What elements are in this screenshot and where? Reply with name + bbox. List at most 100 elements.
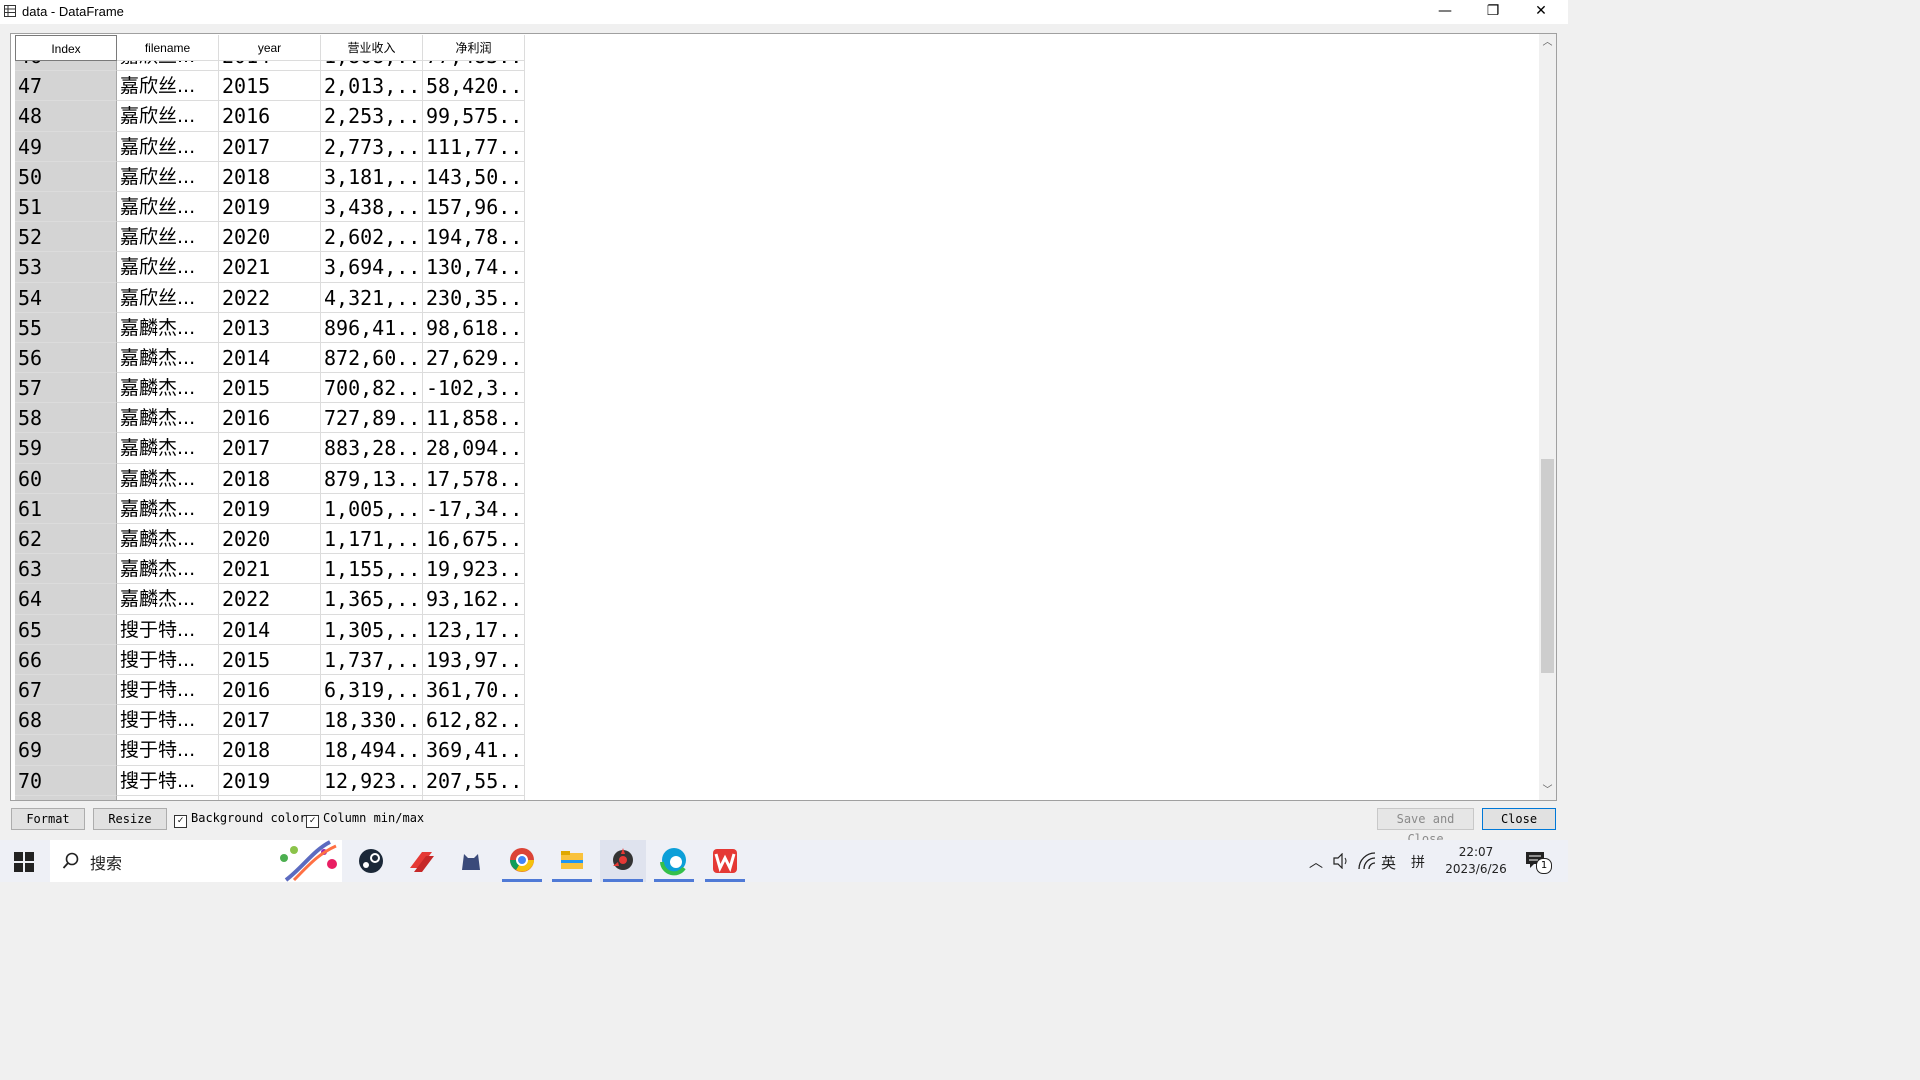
cell-year[interactable]: 2017 [219, 131, 321, 162]
cell-index[interactable]: 46 [15, 61, 117, 72]
scrollbar-thumb[interactable] [1541, 459, 1554, 673]
cell-year[interactable]: 2014 [219, 614, 321, 645]
taskbar-steam[interactable] [348, 840, 394, 882]
search-box[interactable]: 搜索 [50, 840, 342, 882]
cell-net-profit[interactable]: 93,162... [423, 584, 525, 615]
cell-net-profit[interactable]: 193,97... [423, 644, 525, 675]
cell-revenue[interactable]: 1,155,... [321, 554, 423, 585]
cell-filename[interactable]: 嘉欣丝... [117, 71, 219, 102]
taskbar-file-explorer[interactable] [549, 840, 595, 882]
cell-filename[interactable]: 嘉欣丝... [117, 191, 219, 223]
cell-net-profit[interactable]: 16,675... [423, 524, 525, 555]
cell-revenue[interactable]: 883,28... [321, 433, 423, 464]
cell-year[interactable] [219, 795, 321, 800]
cell-filename[interactable]: 搜于特... [117, 765, 219, 796]
cell-revenue[interactable]: 18,494... [321, 735, 423, 766]
cell-index[interactable]: 51 [15, 191, 117, 223]
cell-index[interactable] [15, 795, 117, 800]
cell-year[interactable]: 2022 [219, 584, 321, 615]
cell-filename[interactable]: 搜于特... [117, 614, 219, 645]
cell-net-profit[interactable]: 19,923... [423, 554, 525, 585]
cell-filename[interactable]: 嘉麟杰... [117, 524, 219, 555]
cell-filename[interactable]: 搜于特... [117, 735, 219, 766]
tray-chevron-up-icon[interactable]: ︿ [1309, 852, 1323, 872]
cell-revenue[interactable]: 700,82... [321, 373, 423, 404]
cell-index[interactable]: 67 [15, 674, 117, 706]
cell-index[interactable]: 50 [15, 161, 117, 192]
cell-year[interactable]: 2016 [219, 674, 321, 706]
cell-filename[interactable]: 嘉欣丝... [117, 101, 219, 132]
cell-index[interactable]: 65 [15, 614, 117, 645]
cell-net-profit[interactable]: -102,3... [423, 373, 525, 404]
vertical-scrollbar[interactable]: ︿ ﹀ [1539, 34, 1556, 800]
system-clock[interactable]: 22:07 2023/6/26 [1436, 844, 1516, 878]
cell-revenue[interactable] [321, 795, 423, 800]
cell-net-profit[interactable]: 28,094... [423, 433, 525, 464]
close-button[interactable]: Close [1482, 808, 1556, 830]
cell-year[interactable]: 2018 [219, 735, 321, 766]
cell-net-profit[interactable]: 27,629... [423, 342, 525, 374]
header-filename[interactable]: filename [117, 35, 219, 61]
cell-net-profit[interactable]: 99,575... [423, 101, 525, 132]
cell-revenue[interactable]: 879,13... [321, 463, 423, 494]
cell-revenue[interactable]: 2,602,... [321, 222, 423, 253]
cell-index[interactable]: 49 [15, 131, 117, 162]
cell-revenue[interactable]: 2,253,... [321, 101, 423, 132]
cell-net-profit[interactable]: 11,858... [423, 403, 525, 434]
cell-revenue[interactable]: 3,438,... [321, 191, 423, 223]
header-net-profit[interactable]: 净利润 [423, 35, 525, 61]
cell-net-profit[interactable]: 207,55... [423, 765, 525, 796]
cell-net-profit[interactable]: 111,77... [423, 131, 525, 162]
cell-year[interactable]: 2021 [219, 252, 321, 283]
cell-net-profit[interactable]: 143,50... [423, 161, 525, 192]
cell-filename[interactable]: 嘉麟杰... [117, 403, 219, 434]
cell-net-profit[interactable]: 361,70... [423, 674, 525, 706]
network-icon[interactable] [1358, 852, 1376, 870]
cell-revenue[interactable]: 2,013,... [321, 71, 423, 102]
cell-index[interactable]: 53 [15, 252, 117, 283]
cell-filename[interactable]: 嘉麟杰... [117, 463, 219, 494]
cell-net-profit[interactable]: 98,618... [423, 312, 525, 343]
cell-revenue[interactable]: 12,923... [321, 765, 423, 796]
cell-net-profit[interactable] [423, 795, 525, 800]
cell-filename[interactable]: 嘉麟杰... [117, 433, 219, 464]
cell-revenue[interactable]: 1,808,... [321, 61, 423, 72]
cell-net-profit[interactable]: 130,74... [423, 252, 525, 283]
cell-index[interactable]: 59 [15, 433, 117, 464]
cell-year[interactable]: 2017 [219, 705, 321, 736]
taskbar-edge[interactable] [651, 840, 697, 882]
cell-index[interactable]: 56 [15, 342, 117, 374]
close-window-button[interactable]: ✕ [1518, 0, 1564, 24]
cell-year[interactable]: 2014 [219, 342, 321, 374]
cell-index[interactable]: 68 [15, 705, 117, 736]
cell-index[interactable]: 52 [15, 222, 117, 253]
cell-year[interactable]: 2022 [219, 282, 321, 313]
cell-index[interactable]: 69 [15, 735, 117, 766]
cell-filename[interactable]: 嘉欣丝... [117, 282, 219, 313]
cell-filename[interactable]: 搜于特... [117, 644, 219, 675]
cell-year[interactable]: 2019 [219, 765, 321, 796]
taskbar-github-desktop[interactable] [448, 840, 494, 882]
ime-indicator[interactable]: 拼 [1411, 852, 1425, 872]
cell-filename[interactable]: 嘉麟杰... [117, 342, 219, 374]
cell-year[interactable]: 2015 [219, 373, 321, 404]
cell-net-profit[interactable]: 369,41... [423, 735, 525, 766]
cell-net-profit[interactable]: 230,35... [423, 282, 525, 313]
cell-year[interactable]: 2015 [219, 644, 321, 675]
cell-year[interactable]: 2013 [219, 312, 321, 343]
notification-center[interactable]: 1 [1524, 850, 1552, 874]
input-language-indicator[interactable]: 英 [1381, 852, 1396, 873]
cell-index[interactable]: 62 [15, 524, 117, 555]
cell-filename[interactable]: 嘉麟杰... [117, 584, 219, 615]
cell-year[interactable]: 2017 [219, 433, 321, 464]
cell-index[interactable]: 57 [15, 373, 117, 404]
cell-revenue[interactable]: 2,773,... [321, 131, 423, 162]
scroll-down-arrow-icon[interactable]: ﹀ [1539, 784, 1556, 798]
cell-index[interactable]: 61 [15, 493, 117, 524]
cell-filename[interactable]: 嘉欣丝... [117, 222, 219, 253]
cell-filename[interactable]: 嘉麟杰... [117, 373, 219, 404]
cell-year[interactable]: 2019 [219, 493, 321, 524]
cell-year[interactable]: 2014 [219, 61, 321, 72]
header-revenue[interactable]: 营业收入 [321, 35, 423, 61]
cell-revenue[interactable]: 727,89... [321, 403, 423, 434]
